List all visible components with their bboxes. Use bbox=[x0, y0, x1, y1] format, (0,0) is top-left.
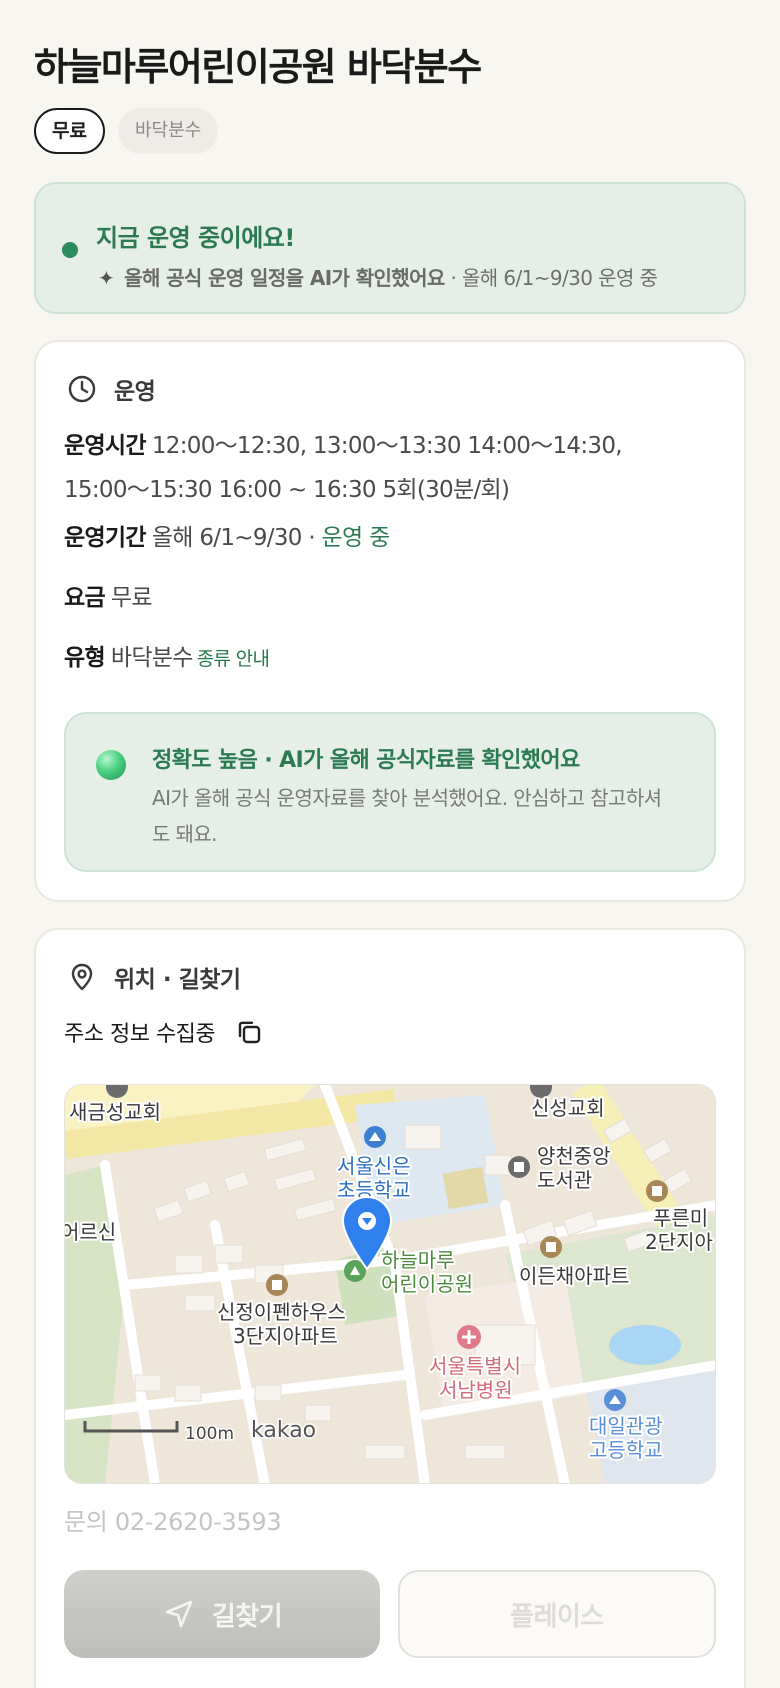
type-chip[interactable]: 바닥분수 bbox=[118, 108, 219, 154]
type-row: 유형 바닥분수 종류 안내 bbox=[64, 638, 270, 672]
location-header: 위치 · 길찾기 bbox=[66, 960, 241, 994]
copy-icon[interactable] bbox=[235, 1018, 263, 1046]
accuracy-title: 정확도 높음 · AI가 올해 공식자료를 확인했어요 bbox=[152, 748, 580, 773]
hours-row: 운영시간 12:00～12:30, 13:00～13:30 14:00～14:30… bbox=[64, 426, 623, 504]
map-scale-label: 100m bbox=[185, 1424, 234, 1444]
period-row: 운영기간 올해 6/1~9/30 · 운영 중 bbox=[64, 518, 390, 552]
route-button-label: 길찾기 bbox=[211, 1601, 283, 1632]
map-brand-logo: kakao bbox=[251, 1418, 316, 1443]
map-label-hosp-a: 서울특별시 bbox=[429, 1354, 521, 1378]
map-label-church2: 신성교회 bbox=[531, 1096, 605, 1120]
map-label-apt2b: 3단지아파트 bbox=[233, 1324, 338, 1348]
accuracy-box: 정확도 높음 · AI가 올해 공식자료를 확인했어요 AI가 올해 공식 운영… bbox=[64, 712, 716, 872]
hours-line-2: 15:00～15:30 16:00 ~ 16:30 5회(30분/회) bbox=[64, 477, 510, 503]
period-value: 올해 6/1~9/30 · bbox=[151, 525, 322, 551]
sparkle-icon: ✦ bbox=[98, 266, 115, 290]
map-label-left: 어르신 bbox=[65, 1220, 116, 1244]
operation-section-label: 운영 bbox=[114, 379, 156, 405]
map-label-apt1: 이든채아파트 bbox=[519, 1264, 629, 1288]
map-label-hosp-b: 서남병원 bbox=[439, 1378, 513, 1402]
accuracy-description: AI가 올해 공식 운영자료를 찾아 분석했어요. 안심하고 참고하셔도 돼요. bbox=[152, 786, 662, 846]
ai-orb-icon bbox=[96, 750, 126, 780]
operation-header: 운영 bbox=[66, 372, 156, 406]
location-section-label: 위치 · 길찾기 bbox=[114, 967, 241, 993]
place-button-label: 플레이스 bbox=[510, 1601, 604, 1632]
period-key: 운영기간 bbox=[64, 525, 147, 551]
map-label-park-a: 하늘마루 bbox=[381, 1248, 455, 1272]
period-note: · 올해 6/1~9/30 운영 중 bbox=[444, 266, 658, 290]
address-text: 주소 정보 수집중 bbox=[64, 1022, 216, 1047]
fee-chip[interactable]: 무료 bbox=[34, 108, 105, 154]
map-label-school2a: 대일관광 bbox=[589, 1414, 663, 1438]
contact-phone[interactable]: 문의 02-2620-3593 bbox=[64, 1502, 282, 1537]
map-label-apt2a: 신정이펜하우스 bbox=[217, 1300, 346, 1324]
type-guide-link[interactable]: 종류 안내 bbox=[197, 648, 270, 670]
hours-line-1: 12:00～12:30, 13:00～13:30 14:00～14:30, bbox=[151, 433, 623, 459]
live-status-card: 지금 운영 중이에요! ✦ 올해 공식 운영 일정을 AI가 확인했어요 · 올해… bbox=[34, 182, 746, 314]
hours-key: 운영시간 bbox=[64, 433, 147, 459]
map-label-library-a: 양천중앙 bbox=[537, 1144, 611, 1168]
route-button[interactable]: 길찾기 bbox=[64, 1570, 380, 1658]
map-pin-icon bbox=[71, 963, 93, 991]
location-card: 위치 · 길찾기 주소 정보 수집중 새금성교회 신성교회 서울신은 초등학교 … bbox=[34, 928, 746, 1688]
map-view[interactable]: 새금성교회 신성교회 서울신은 초등학교 양천중앙 도서관 어르신 푸른미 2단… bbox=[64, 1084, 716, 1484]
navigation-arrow-icon bbox=[165, 1600, 193, 1628]
fee-value: 무료 bbox=[110, 585, 153, 611]
map-canvas: 새금성교회 신성교회 서울신은 초등학교 양천중앙 도서관 어르신 푸른미 2단… bbox=[65, 1085, 715, 1483]
ai-note: 올해 공식 운영 일정을 AI가 확인했어요 bbox=[124, 266, 445, 290]
status-dot-icon bbox=[62, 242, 78, 258]
map-label-church1: 새금성교회 bbox=[69, 1100, 161, 1124]
map-label-library-b: 도서관 bbox=[537, 1168, 592, 1192]
status-subtitle: ✦ 올해 공식 운영 일정을 AI가 확인했어요 · 올해 6/1~9/30 운영… bbox=[98, 262, 658, 291]
status-title: 지금 운영 중이에요! bbox=[96, 224, 295, 252]
period-status: 운영 중 bbox=[321, 525, 391, 551]
page-title: 하늘마루어린이공원 바닥분수 bbox=[34, 45, 482, 89]
type-value: 바닥분수 bbox=[110, 645, 194, 671]
fee-row: 요금 무료 bbox=[64, 578, 153, 612]
place-button[interactable]: 플레이스 bbox=[398, 1570, 716, 1658]
map-label-school2b: 고등학교 bbox=[589, 1438, 663, 1462]
map-label-right-b: 2단지아 bbox=[645, 1230, 713, 1254]
fee-key: 요금 bbox=[64, 585, 106, 611]
clock-icon bbox=[68, 375, 96, 403]
operation-card: 운영 운영시간 12:00～12:30, 13:00～13:30 14:00～14… bbox=[34, 340, 746, 902]
map-label-right-a: 푸른미 bbox=[653, 1206, 708, 1230]
map-label-park-b: 어린이공원 bbox=[381, 1272, 473, 1296]
type-key: 유형 bbox=[64, 645, 106, 671]
map-label-school1a: 서울신은 bbox=[337, 1154, 411, 1178]
address-row: 주소 정보 수집중 bbox=[64, 1016, 263, 1048]
